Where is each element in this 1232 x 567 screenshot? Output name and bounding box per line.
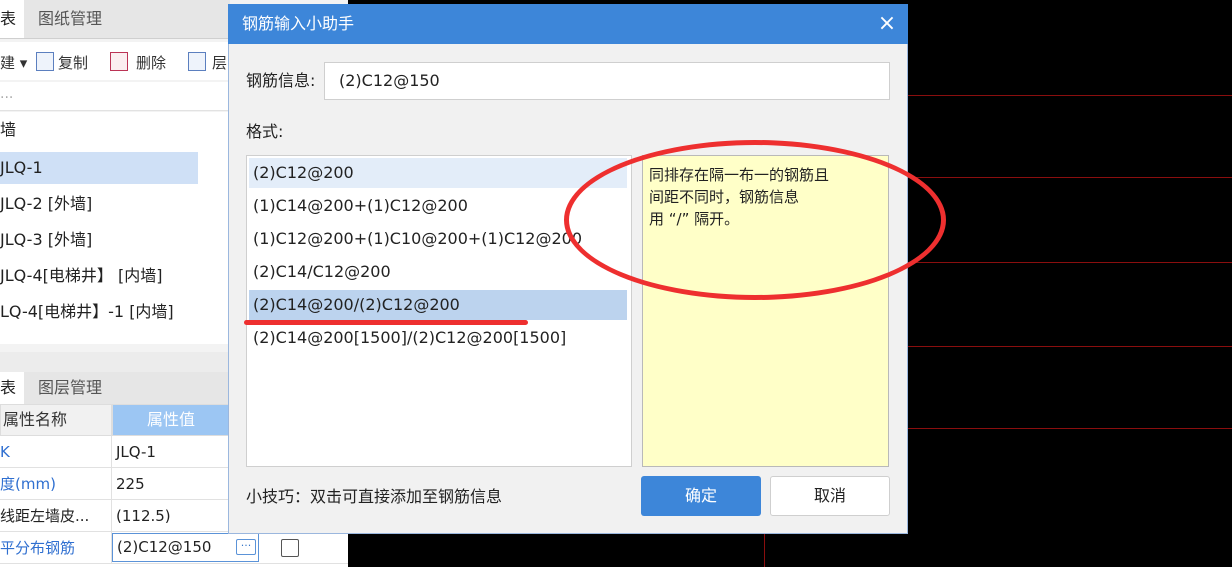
tip-line: 用 “/” 隔开。: [649, 210, 740, 228]
panel-divider[interactable]: [0, 352, 230, 372]
bottom-tabbar: [0, 372, 230, 404]
rebar-info-value: (2)C12@150: [339, 71, 440, 90]
table-row[interactable]: 平分布钢筋 (2)C12@150 ···: [0, 532, 348, 564]
prop-value: (2)C12@150: [117, 538, 212, 556]
delete-icon[interactable]: [110, 52, 128, 71]
list-item[interactable]: (2)C12@200: [249, 158, 627, 188]
prop-value[interactable]: 225: [116, 468, 145, 500]
search-placeholder: ...: [0, 86, 14, 102]
rebar-info-input[interactable]: (2)C12@150: [324, 62, 890, 100]
prop-value[interactable]: (112.5): [116, 500, 171, 532]
dropdown-arrow-icon[interactable]: 建 ▾: [0, 52, 27, 73]
tip-line: 同排存在隔一布一的钢筋且: [649, 166, 830, 184]
prop-name: 度(mm): [0, 468, 112, 500]
prop-name: 线距左墙皮...: [0, 500, 112, 532]
prop-name: 平分布钢筋: [0, 532, 112, 564]
canvas-line: [908, 262, 1232, 263]
format-tip-box: 同排存在隔一布一的钢筋且 间距不同时，钢筋信息 用 “/” 隔开。: [642, 155, 889, 467]
tree-item[interactable]: JLQ-3 [外墙]: [0, 224, 92, 256]
list-item[interactable]: (1)C14@200+(1)C12@200: [249, 191, 468, 221]
canvas-line: [908, 428, 1232, 429]
ok-button[interactable]: 确定: [641, 476, 761, 516]
rebar-info-label: 钢筋信息:: [246, 71, 316, 90]
col-header-name: 属性名称: [0, 404, 112, 436]
format-label: 格式:: [246, 122, 284, 141]
list-item[interactable]: (1)C12@200+(1)C10@200+(1)C12@200: [249, 224, 582, 254]
layer-icon[interactable]: [188, 52, 206, 71]
tree-item[interactable]: LQ-4[电梯井】-1 [内墙]: [0, 296, 174, 328]
list-item-selected[interactable]: (2)C14@200/(2)C12@200: [249, 290, 627, 320]
toolbar: 建 ▾ 复制 删除 层: [0, 42, 230, 80]
tree-item[interactable]: JLQ-4[电梯井】 [内墙]: [0, 260, 162, 292]
tip-hint: 小技巧：双击可直接添加至钢筋信息: [246, 487, 503, 506]
cancel-button[interactable]: 取消: [770, 476, 890, 516]
annotation-underline: [244, 320, 528, 325]
col-header-value: 属性值: [112, 404, 230, 436]
tree-group[interactable]: 墙: [0, 114, 16, 146]
list-item[interactable]: (2)C14/C12@200: [249, 257, 391, 287]
component-tree: 墙 JLQ-1 JLQ-2 [外墙] JLQ-3 [外墙] JLQ-4[电梯井】…: [0, 112, 230, 344]
prop-value-editor[interactable]: (2)C12@150 ···: [112, 533, 259, 562]
dialog-title: 钢筋输入小助手: [242, 14, 355, 33]
search-input[interactable]: ...: [0, 82, 230, 111]
tree-item[interactable]: JLQ-1: [0, 152, 198, 184]
delete-button[interactable]: 删除: [136, 52, 166, 73]
canvas-line: [908, 177, 1232, 178]
copy-button[interactable]: 复制: [58, 52, 88, 73]
tab-properties[interactable]: 表: [0, 372, 24, 404]
tip-line: 间距不同时，钢筋信息: [649, 188, 800, 206]
prop-name: K: [0, 436, 112, 468]
copy-icon[interactable]: [36, 52, 54, 71]
close-icon[interactable]: ×: [872, 4, 902, 44]
list-item[interactable]: (2)C14@200[1500]/(2)C12@200[1500]: [249, 323, 566, 353]
tab-table[interactable]: 表: [0, 0, 24, 38]
tree-item[interactable]: JLQ-2 [外墙]: [0, 188, 92, 220]
canvas-line: [764, 534, 765, 567]
tab-layer-manage[interactable]: 图层管理: [38, 372, 102, 404]
checkbox[interactable]: [281, 539, 299, 557]
ellipsis-icon[interactable]: ···: [236, 539, 256, 555]
canvas-line: [908, 346, 1232, 347]
canvas-line: [908, 95, 1232, 96]
layer-button[interactable]: 层: [212, 52, 227, 73]
top-tabbar: [0, 0, 230, 39]
prop-value[interactable]: JLQ-1: [116, 436, 156, 468]
tab-drawing-manage[interactable]: 图纸管理: [38, 0, 102, 38]
